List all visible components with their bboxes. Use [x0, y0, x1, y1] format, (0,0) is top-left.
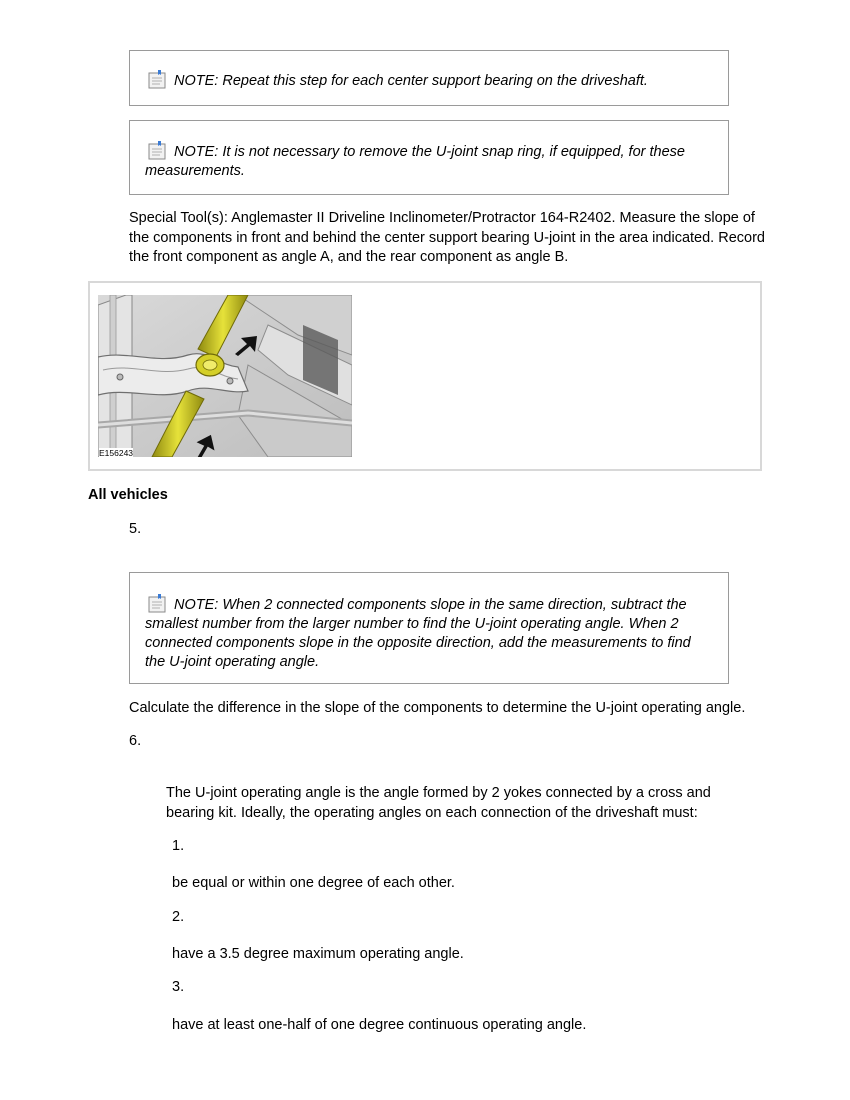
- note-box: NOTE: Repeat this step for each center s…: [129, 50, 729, 106]
- section-heading: All vehicles: [88, 487, 168, 503]
- sub-item-number: 1.: [172, 838, 185, 854]
- special-tool-paragraph: Special Tool(s): Anglemaster II Drivelin…: [129, 210, 765, 265]
- note-text: When 2 connected components slope in the…: [145, 597, 691, 670]
- sub-item-text: have at least one-half of one degree con…: [172, 1017, 587, 1033]
- driveshaft-illustration: [98, 295, 352, 457]
- note-label: NOTE:: [174, 144, 219, 160]
- figure-id: E156243: [99, 448, 134, 458]
- note-icon: [148, 141, 166, 160]
- note-icon: [148, 70, 166, 89]
- note-label: NOTE:: [174, 73, 219, 89]
- step-text: Calculate the difference in the slope of…: [129, 700, 746, 716]
- note-text: Repeat this step for each center support…: [222, 73, 648, 89]
- note-label: NOTE:: [174, 597, 219, 613]
- step-number: 5.: [129, 521, 142, 537]
- sub-item-text: be equal or within one degree of each ot…: [172, 875, 455, 891]
- note-text: It is not necessary to remove the U-join…: [145, 144, 685, 179]
- step-text: The U-joint operating angle is the angle…: [166, 785, 711, 821]
- note-box: NOTE: It is not necessary to remove the …: [129, 120, 729, 195]
- step-number: 6.: [129, 733, 142, 749]
- sub-item-number: 3.: [172, 979, 185, 995]
- sub-item-number: 2.: [172, 909, 185, 925]
- figure-frame: E156243: [88, 281, 762, 471]
- sub-item-text: have a 3.5 degree maximum operating angl…: [172, 946, 464, 962]
- note-icon: [148, 594, 166, 613]
- note-box: NOTE: When 2 connected components slope …: [129, 572, 729, 684]
